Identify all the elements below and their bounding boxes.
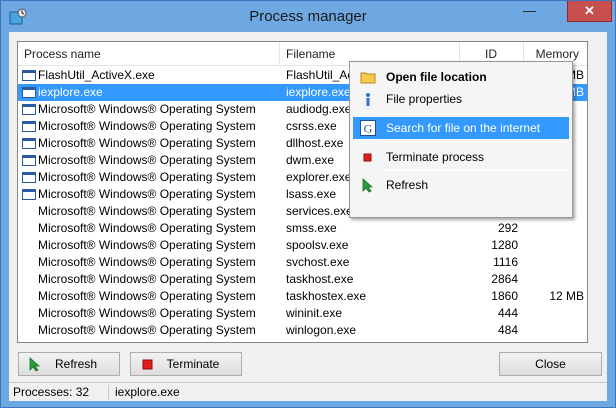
window-icon [22,70,36,81]
window-icon [22,155,36,166]
id-cell: 444 [497,306,518,320]
menu-item-refresh[interactable]: Refresh [353,174,569,196]
process-name-cell: Microsoft® Windows® Operating System [38,272,256,286]
memory-cell [524,305,584,322]
process-name-cell: Microsoft® Windows® Operating System [38,153,256,167]
id-cell: 484 [497,323,518,337]
menu-separator [382,113,568,114]
menu-item-label: File properties [386,92,463,106]
refresh-button-label: Refresh [54,357,98,371]
id-cell: 1116 [493,255,518,269]
process-name-cell: iexplore.exe [38,85,103,99]
table-row[interactable]: Microsoft® Windows® Operating System wini… [18,305,587,322]
google-icon: G [360,120,376,136]
refresh-icon [29,357,41,372]
table-row[interactable]: Microsoft® Windows® Operating System winl… [18,322,587,339]
folder-icon [360,72,376,84]
filename-cell: svchost.exe [286,255,350,269]
id-cell: 1280 [491,238,518,252]
stop-icon [363,153,372,162]
terminate-button[interactable]: Terminate [130,352,242,376]
filename-cell: wininit.exe [286,306,343,320]
table-row[interactable]: Microsoft® Windows® Operating System task… [18,288,587,305]
info-icon [366,93,370,106]
process-name-cell: Microsoft® Windows® Operating System [38,323,256,337]
window-icon [22,138,36,149]
menu-item-file-properties[interactable]: File properties [353,88,569,110]
window-icon [22,172,36,183]
process-name-cell: Microsoft® Windows® Operating System [38,119,256,133]
window-icon [22,189,36,200]
memory-cell [524,237,584,254]
memory-cell [524,220,584,237]
filename-cell: taskhost.exe [286,272,354,286]
menu-separator [382,170,568,171]
close-window-button[interactable]: ✕ [567,1,612,22]
refresh-button[interactable]: Refresh [18,352,120,376]
filename-cell: smss.exe [286,221,337,235]
table-row[interactable]: Microsoft® Windows® Operating System smss… [18,220,587,237]
process-name-cell: Microsoft® Windows® Operating System [38,238,256,252]
filename-cell: taskhostex.exe [286,289,367,303]
memory-cell [524,322,584,339]
menu-item-label: Search for file on the internet [386,121,541,135]
process-name-cell: Microsoft® Windows® Operating System [38,187,256,201]
window-icon [22,104,36,115]
id-cell: 1860 [491,289,518,303]
stop-icon [142,359,153,370]
process-manager-window: Process manager — ✕ Process name Filenam… [0,0,616,408]
process-name-cell: Microsoft® Windows® Operating System [38,136,256,150]
process-name-cell: Microsoft® Windows® Operating System [38,306,256,320]
refresh-icon [362,178,374,193]
menu-separator [382,142,568,143]
window-icon [22,87,36,98]
process-count: Processes: 32 [9,385,109,400]
table-row[interactable]: Microsoft® Windows® Operating System svch… [18,254,587,271]
menu-item-label: Terminate process [386,150,485,164]
process-name-cell: Microsoft® Windows® Operating System [38,204,256,218]
table-row[interactable]: Microsoft® Windows® Operating System task… [18,271,587,288]
process-name-cell: Microsoft® Windows® Operating System [38,289,256,303]
title-bar[interactable]: Process manager — ✕ [1,1,615,33]
process-name-cell: Microsoft® Windows® Operating System [38,170,256,184]
memory-cell [524,254,584,271]
context-menu: Open file location File properties G Sea… [349,61,573,218]
close-button[interactable]: Close [499,352,602,376]
window-icon [22,121,36,132]
id-cell: 292 [497,221,518,235]
memory-cell [524,271,584,288]
id-cell: 2864 [491,272,518,286]
filename-cell: spoolsv.exe [286,238,349,252]
menu-item-terminate-process[interactable]: Terminate process [353,146,569,168]
process-name-cell: Microsoft® Windows® Operating System [38,102,256,116]
terminate-button-label: Terminate [166,357,220,371]
minimize-button[interactable]: — [516,1,543,22]
memory-cell: 12 MB [549,289,584,303]
table-row[interactable]: Microsoft® Windows® Operating System spoo… [18,237,587,254]
process-name-cell: FlashUtil_ActiveX.exe [38,68,155,82]
selected-process: iexplore.exe [115,385,180,399]
process-name-cell: Microsoft® Windows® Operating System [38,255,256,269]
status-bar: Processes: 32 iexplore.exe [9,382,607,401]
menu-item-search-internet[interactable]: G Search for file on the internet [353,117,569,139]
menu-item-label: Open file location [386,70,487,84]
column-header-name[interactable]: Process name [18,42,280,66]
filename-cell: winlogon.exe [286,323,357,337]
process-name-cell: Microsoft® Windows® Operating System [38,221,256,235]
menu-item-label: Refresh [386,178,429,192]
vertical-scrollbar[interactable] [588,41,599,343]
menu-item-open-file-location[interactable]: Open file location [353,66,569,88]
svg-text:G: G [364,122,373,136]
